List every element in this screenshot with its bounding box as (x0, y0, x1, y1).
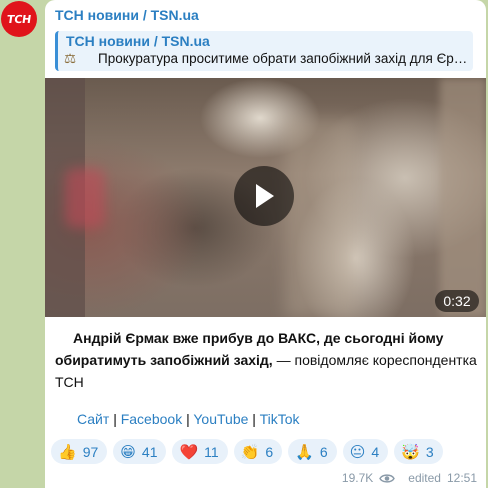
pray-icon: 🙏 (295, 442, 314, 461)
edited-label: edited (408, 471, 441, 485)
reactions-bar: 👍 97 😁 41 ❤️ 11 👏 6 🙏 6 😐 4 🤯 3 (51, 439, 449, 464)
link-site[interactable]: Сайт (77, 411, 109, 427)
link-facebook[interactable]: Facebook (121, 411, 182, 427)
link-separator: | (113, 411, 117, 427)
reaction-count: 3 (425, 443, 434, 460)
reaction-heart[interactable]: ❤️ 11 (172, 439, 228, 464)
reaction-count: 6 (319, 443, 328, 460)
thumbs-up-icon: 👍 (58, 442, 77, 461)
post-text: Андрій Єрмак вже прибув до ВАКС, де сьог… (55, 327, 480, 393)
play-button[interactable] (234, 166, 294, 226)
play-icon (256, 184, 274, 208)
avatar-text: ТСН (6, 12, 32, 26)
reaction-pray[interactable]: 🙏 6 (288, 439, 337, 464)
link-youtube[interactable]: YouTube (193, 411, 248, 427)
reaction-count: 6 (265, 443, 274, 460)
reaction-count: 4 (371, 443, 380, 460)
eye-icon (379, 473, 396, 484)
video-frame-region (65, 168, 105, 228)
heart-icon: ❤️ (179, 442, 199, 461)
exploding-head-icon: 🤯 (401, 442, 420, 461)
reply-preview[interactable]: ТСН новини / TSN.ua ⚖ Прокуратура просити… (55, 31, 473, 71)
link-tiktok[interactable]: TikTok (260, 411, 300, 427)
reaction-exploding-head[interactable]: 🤯 3 (394, 439, 443, 464)
reaction-thumbs-up[interactable]: 👍 97 (51, 439, 108, 464)
grin-icon: 😁 (120, 442, 136, 461)
reply-text-row: ⚖ Прокуратура проситиме обрати запобіжний… (64, 51, 469, 67)
reaction-clap[interactable]: 👏 6 (233, 439, 283, 464)
reaction-count: 41 (141, 443, 158, 460)
message-time: 12:51 (446, 471, 477, 485)
reaction-neutral[interactable]: 😐 4 (342, 439, 389, 464)
video-duration: 0:32 (435, 290, 479, 312)
view-count: 19.7K (341, 471, 374, 485)
neutral-face-icon: 😐 (349, 442, 366, 461)
channel-avatar[interactable]: ТСН (1, 1, 37, 37)
reaction-grin[interactable]: 😁 41 (113, 439, 167, 464)
video-frame-region (440, 78, 486, 317)
video-player[interactable]: 0:32 (45, 78, 486, 317)
video-frame-region (285, 118, 355, 317)
scales-icon: ⚖ (64, 51, 77, 66)
link-separator: | (252, 411, 256, 427)
reply-text: Прокуратура проситиме обрати запобіжний … (98, 51, 469, 66)
message-bubble: ТСН новини / TSN.ua ТСН новини / TSN.ua … (45, 0, 486, 488)
reply-title: ТСН новини / TSN.ua (66, 33, 210, 49)
reaction-count: 97 (82, 443, 99, 460)
reaction-count: 11 (204, 443, 219, 460)
channel-name[interactable]: ТСН новини / TSN.ua (55, 7, 199, 23)
link-separator: | (186, 411, 190, 427)
message-meta: 19.7K edited 12:51 (342, 471, 477, 485)
clap-icon: 👏 (240, 442, 260, 461)
social-links: Сайт | Facebook | YouTube | TikTok (77, 411, 300, 427)
